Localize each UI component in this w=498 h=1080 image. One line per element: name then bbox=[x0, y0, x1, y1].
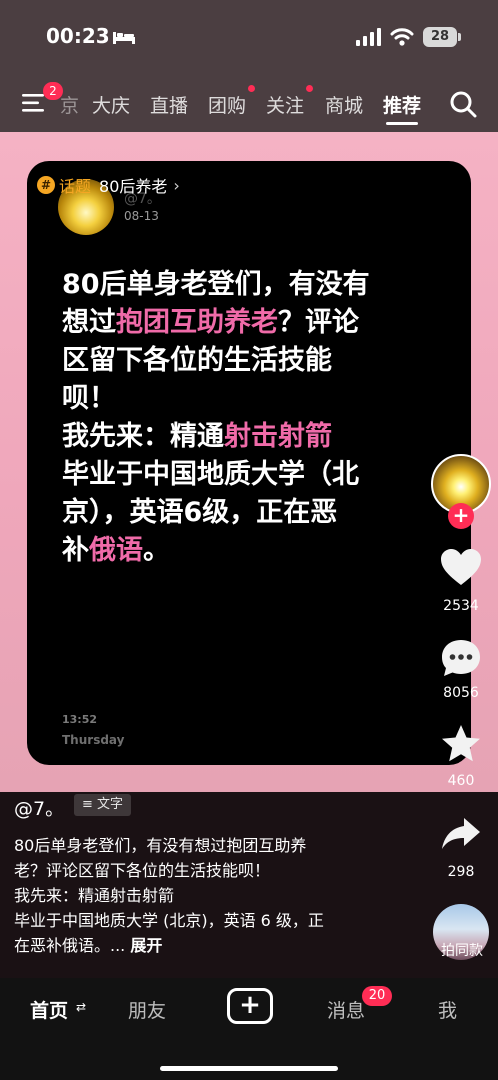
topic-icon: # bbox=[37, 176, 55, 194]
search-icon[interactable] bbox=[449, 90, 477, 118]
home-indicator bbox=[160, 1066, 338, 1071]
share-count: 298 bbox=[447, 864, 475, 880]
bed-icon bbox=[113, 32, 135, 44]
card-line: 想过抱团互助养老？评论 bbox=[62, 304, 434, 342]
post-type-label: 文字 bbox=[97, 797, 124, 812]
card-text-seg: 80后单身老登们，有没有 bbox=[62, 269, 370, 300]
nav-item-mall[interactable]: 商城 bbox=[325, 91, 363, 118]
favorite-count: 460 bbox=[447, 773, 475, 789]
share-icon[interactable] bbox=[440, 814, 482, 854]
messages-badge: 20 bbox=[362, 986, 392, 1006]
star-icon[interactable] bbox=[440, 724, 482, 764]
card-line: 80后单身老登们，有没有 bbox=[62, 266, 434, 304]
tab-messages[interactable]: 消息 bbox=[327, 996, 365, 1023]
heart-icon[interactable] bbox=[440, 548, 482, 588]
nav-dot-group-buy bbox=[248, 85, 255, 92]
card-date: 08-13 bbox=[124, 209, 159, 223]
nav-active-underline bbox=[386, 122, 418, 125]
bottom-tab-bar: 首页 ⇄ 朋友 + 消息 20 我 bbox=[0, 978, 498, 1080]
card-text-highlight: 射击射箭 bbox=[224, 421, 332, 452]
tab-me[interactable]: 我 bbox=[438, 996, 457, 1023]
post-author[interactable]: @7。 bbox=[14, 794, 64, 821]
card-text-seg: ？评论 bbox=[278, 307, 359, 338]
card-line: 我先来：精通射击射箭 bbox=[62, 418, 434, 456]
card-text-seg: 毕业于中国地质大学（北 bbox=[62, 459, 359, 490]
battery-nub bbox=[458, 33, 461, 41]
card-text-highlight: 俄语 bbox=[89, 535, 143, 566]
post-desc-line: 老？评论区留下各位的生活技能呗！ bbox=[14, 861, 271, 880]
card-line: 补俄语。 bbox=[62, 532, 434, 570]
topic-name: 80后养老 bbox=[99, 177, 168, 196]
battery-level: 28 bbox=[423, 27, 457, 47]
chevron-right-icon: › bbox=[173, 175, 180, 195]
top-nav: 2 京 大庆 直播 团购 关注 商城 推荐 bbox=[0, 82, 498, 126]
nav-item-partial[interactable]: 京 bbox=[60, 91, 79, 118]
nav-item-recommend[interactable]: 推荐 bbox=[383, 91, 421, 118]
tab-home[interactable]: 首页 bbox=[30, 996, 68, 1023]
card-text-seg: 补 bbox=[62, 535, 89, 566]
nav-item-following[interactable]: 关注 bbox=[266, 91, 304, 118]
topic-tag[interactable]: # 话题 80后养老 › bbox=[37, 172, 180, 198]
card-text: 80后单身老登们，有没有 想过抱团互助养老？评论 区留下各位的生活技能 呗！ 我… bbox=[62, 266, 434, 570]
card-text-seg: 。 bbox=[143, 535, 170, 566]
card-day: Thursday bbox=[62, 733, 125, 747]
nav-item-live[interactable]: 直播 bbox=[150, 91, 188, 118]
menu-icon[interactable] bbox=[22, 92, 46, 114]
nav-item-daqing[interactable]: 大庆 bbox=[92, 91, 130, 118]
post-type-badge: ≡ 文字 bbox=[74, 794, 132, 816]
follow-button[interactable]: + bbox=[448, 503, 474, 529]
add-button[interactable]: + bbox=[227, 988, 273, 1024]
card-line: 区留下各位的生活技能 bbox=[62, 342, 434, 380]
status-bar: 00:23 28 bbox=[0, 0, 498, 72]
signal-icon bbox=[356, 28, 381, 46]
card-line: 毕业于中国地质大学（北 bbox=[62, 456, 434, 494]
comment-count: 8056 bbox=[443, 685, 479, 701]
card-clock: 13:52 bbox=[62, 713, 98, 726]
post-desc-line: 我先来：精通射击射箭 bbox=[14, 886, 175, 905]
card-text-seg: 京），英语6级，正在恶 bbox=[62, 497, 338, 528]
bgm-label[interactable]: 拍同款 bbox=[428, 940, 496, 960]
card-text-seg: 区留下各位的生活技能 bbox=[62, 345, 332, 376]
topic-label: 话题 bbox=[59, 177, 92, 196]
wifi-icon bbox=[390, 28, 414, 46]
post-desc-line: 毕业于中国地质大学 (北京)，英语 6 级，正 bbox=[14, 911, 324, 930]
comment-icon[interactable] bbox=[440, 638, 482, 678]
post-desc-line: 在恶补俄语。... bbox=[14, 936, 126, 955]
card-line: 京），英语6级，正在恶 bbox=[62, 494, 434, 532]
card-text-highlight: 抱团互助养老 bbox=[116, 307, 278, 338]
card-line: 呗！ bbox=[62, 380, 434, 418]
document-icon: ≡ bbox=[82, 797, 98, 812]
like-count: 2534 bbox=[443, 598, 479, 614]
status-time: 00:23 bbox=[46, 24, 110, 48]
swap-arrows-icon: ⇄ bbox=[76, 1000, 87, 1014]
card-text-seg: 呗！ bbox=[62, 383, 116, 414]
post-desc-last: 在恶补俄语。... 展开 bbox=[14, 935, 394, 957]
nav-item-group-buy[interactable]: 团购 bbox=[208, 91, 246, 118]
card-text-seg: 我先来：精通 bbox=[62, 421, 224, 452]
expand-link[interactable]: 展开 bbox=[130, 936, 162, 955]
card-text-seg: 想过 bbox=[62, 307, 116, 338]
post-desc-line: 80后单身老登们，有没有想过抱团互助养 bbox=[14, 836, 307, 855]
nav-dot-following bbox=[306, 85, 313, 92]
tab-friends[interactable]: 朋友 bbox=[128, 996, 166, 1023]
